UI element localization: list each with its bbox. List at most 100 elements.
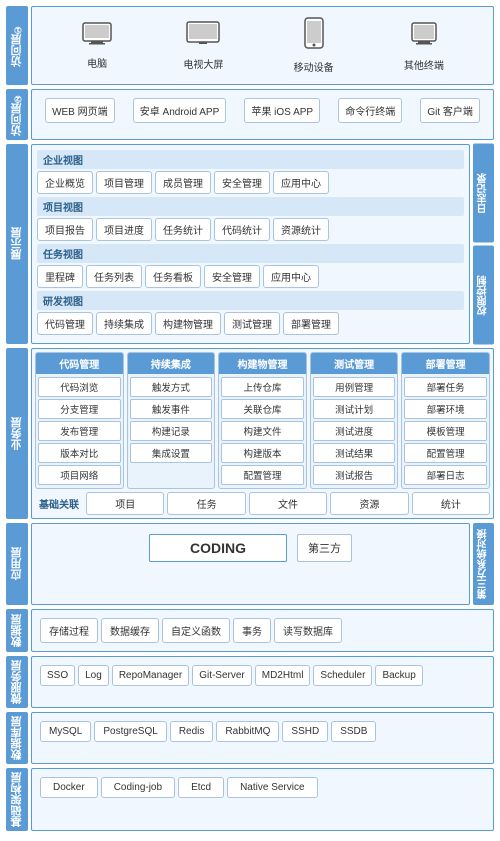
business-col-ci: 持续集成 触发方式 触发事件 构建记录 集成设置 [127,352,216,489]
deploy-title: 部署管理 [402,353,489,374]
access1-row: 访问层① 电脑 [6,6,494,85]
business-col-deploy: 部署管理 部署任务 部署环境 模板管理 配置管理 部署日志 [401,352,490,489]
enterprise-view-title: 企业视图 [37,150,464,169]
data-row: 数据层 存储过程 数据缓存 自定义函数 事务 读写数据库 [6,609,494,652]
rd-item-2: 构建物管理 [155,312,221,335]
deploy-item-1: 部署环境 [404,399,487,419]
ci-title: 持续集成 [128,353,215,374]
project-view-title: 项目视图 [37,197,464,216]
test-item-2: 测试进度 [313,421,396,441]
business-content: 代码管理 代码浏览 分支管理 发布管理 版本对比 项目网络 持续集成 触发方式 … [31,348,494,519]
relay-item-1: 任务 [167,492,245,515]
micro-item-0: SSO [40,665,75,686]
task-item-4: 应用中心 [263,265,319,288]
micro-item-4: MD2Html [255,665,311,686]
data-item-1: 数据缓存 [101,618,159,643]
device-mobile: 移动设备 [294,17,334,74]
relay-item-2: 文件 [249,492,327,515]
code-item-3: 版本对比 [38,443,121,463]
artifact-item-0: 上传仓库 [221,377,304,397]
access2-git: Git 客户端 [420,98,480,123]
micro-item-1: Log [78,665,109,686]
task-item-3: 安全管理 [204,265,260,288]
artifact-item-2: 构建文件 [221,421,304,441]
micro-label: 微服务层 [6,656,28,708]
business-label: 业务层 [6,348,28,519]
ci-item-2: 构建记录 [130,421,213,441]
data-item-4: 读写数据库 [274,618,342,643]
relay-item-3: 资源 [330,492,408,515]
arch-item-3: Native Service [227,777,317,798]
micro-item-2: RepoManager [112,665,189,686]
artifact-item-4: 配置管理 [221,465,304,485]
micro-item-5: Scheduler [313,665,372,686]
code-item-2: 发布管理 [38,421,121,441]
project-item-1: 项目进度 [96,218,152,241]
task-item-0: 里程碑 [37,265,83,288]
log-control-area: 日志记录 权限控制 [473,144,494,344]
code-item-4: 项目网络 [38,465,121,485]
rd-view-title: 研发视图 [37,291,464,310]
business-col-test: 测试管理 用例管理 测试计划 测试进度 测试结果 测试报告 [310,352,399,489]
db-row: 数据库层 MySQL PostgreSQL Redis RabbitMQ SSH… [6,712,494,764]
third-party: 第三方 [297,534,352,562]
test-item-4: 测试报告 [313,465,396,485]
enterprise-item-3: 安全管理 [214,171,270,194]
third-party-sys-label: 第三方系统对接 [473,523,494,605]
device-computer: 电脑 [81,21,113,70]
test-title: 测试管理 [311,353,398,374]
app-label: 应用层 [6,523,28,605]
access2-label: 访问层② [6,89,28,140]
db-item-1: PostgreSQL [94,721,166,742]
deploy-item-4: 部署日志 [404,465,487,485]
access1-content: 电脑 电视大屏 [31,6,494,85]
db-item-3: RabbitMQ [216,721,279,742]
rd-view: 研发视图 代码管理 持续集成 构建物管理 测试管理 部署管理 [37,291,464,335]
device-mobile-label: 移动设备 [294,59,334,74]
db-item-4: SSHD [282,721,328,742]
data-item-2: 自定义函数 [162,618,230,643]
ci-item-1: 触发事件 [130,399,213,419]
enterprise-view: 企业视图 企业概览 项目管理 成员管理 安全管理 应用中心 [37,150,464,194]
access2-cli: 命令行终端 [338,98,402,123]
rd-item-0: 代码管理 [37,312,93,335]
presentation-content: 企业视图 企业概览 项目管理 成员管理 安全管理 应用中心 项目视图 项目报告 … [31,144,470,344]
code-item-0: 代码浏览 [38,377,121,397]
device-tv: 电视大屏 [183,20,223,71]
presentation-label: 展示层 [6,144,28,344]
access2-row: 访问层② WEB 网页端 安卓 Android APP 苹果 iOS APP 命… [6,89,494,140]
db-item-2: Redis [170,721,214,742]
main-container: 访问层① 电脑 [0,0,500,841]
enterprise-item-2: 成员管理 [155,171,211,194]
artifact-item-1: 关联仓库 [221,399,304,419]
micro-item-6: Backup [375,665,422,686]
arch-label: 基础架构层 [6,768,28,831]
relay-item-4: 统计 [412,492,490,515]
relay-item-0: 项目 [86,492,164,515]
db-content: MySQL PostgreSQL Redis RabbitMQ SSHD SSD… [31,712,494,764]
access2-content: WEB 网页端 安卓 Android APP 苹果 iOS APP 命令行终端 … [31,89,494,140]
task-view: 任务视图 里程碑 任务列表 任务看板 安全管理 应用中心 [37,244,464,288]
business-row: 业务层 代码管理 代码浏览 分支管理 发布管理 版本对比 项目网络 持续集成 [6,348,494,519]
rd-item-1: 持续集成 [96,312,152,335]
artifact-item-3: 构建版本 [221,443,304,463]
rd-item-3: 测试管理 [224,312,280,335]
control-label: 权限控制 [473,246,494,345]
access2-ios: 苹果 iOS APP [244,98,320,123]
code-item-1: 分支管理 [38,399,121,419]
db-label: 数据库层 [6,712,28,764]
device-other: 其他终端 [404,19,444,72]
relay-label: 基础关联 [35,494,83,513]
coding-box: CODING [149,534,287,562]
micro-content: SSO Log RepoManager Git-Server MD2Html S… [31,656,494,708]
app-content: CODING 第三方 [31,523,470,605]
access2-android: 安卓 Android APP [133,98,226,123]
device-tv-label: 电视大屏 [183,56,223,71]
project-view: 项目视图 项目报告 项目进度 任务统计 代码统计 资源统计 [37,197,464,241]
code-mgmt-title: 代码管理 [36,353,123,374]
ci-item-3: 集成设置 [130,443,213,463]
test-item-1: 测试计划 [313,399,396,419]
data-content: 存储过程 数据缓存 自定义函数 事务 读写数据库 [31,609,494,652]
enterprise-item-4: 应用中心 [273,171,329,194]
arch-row: 基础架构层 Docker Coding-job Etcd Native Serv… [6,768,494,831]
